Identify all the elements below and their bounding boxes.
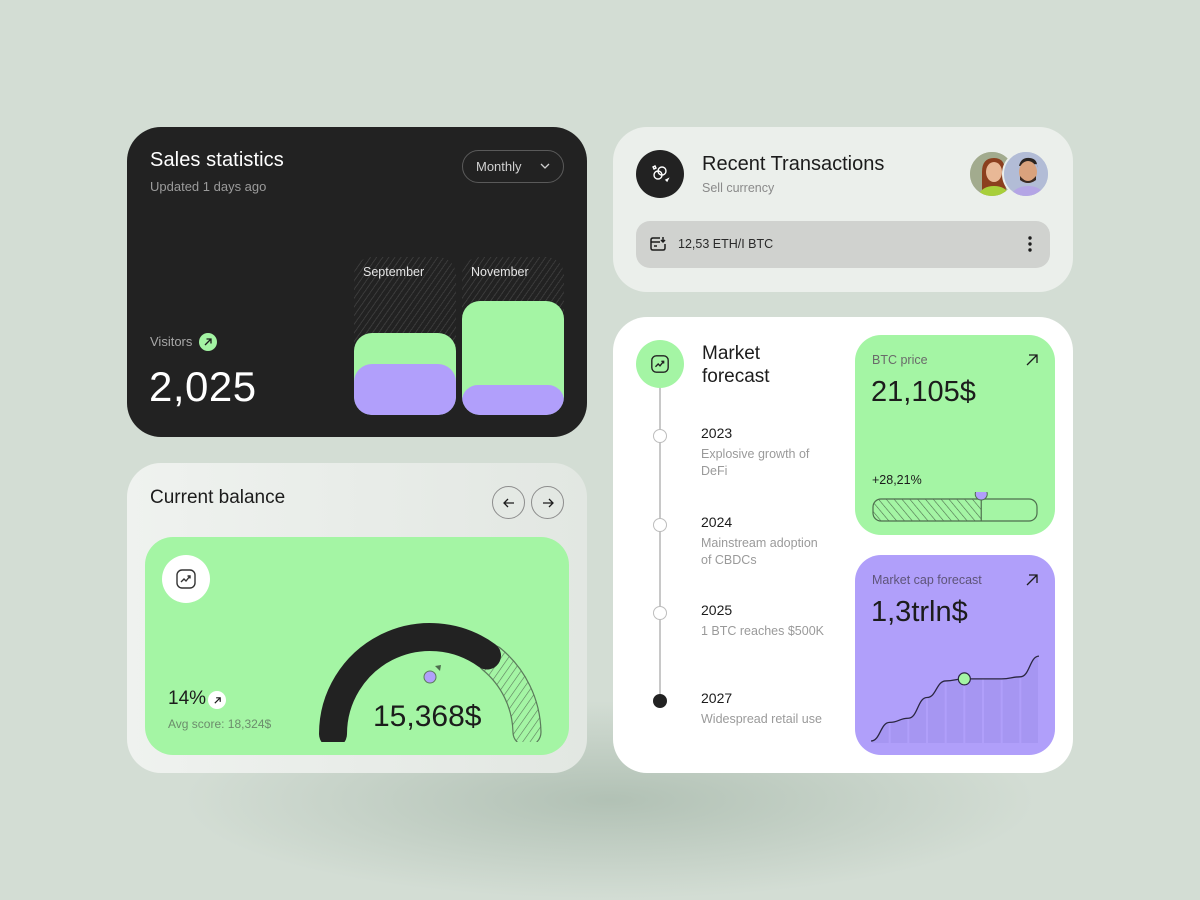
chart-column (984, 656, 1001, 743)
gauge-needle-tip (435, 665, 441, 671)
btc-change: +28,21% (872, 473, 922, 487)
bar-column-november[interactable]: November (462, 257, 564, 415)
balance-title: Current balance (150, 487, 286, 508)
market-forecast-card: Market forecast 2023 Explosive growth of… (613, 317, 1073, 773)
balance-value: 15,368$ (373, 700, 482, 733)
btc-value: 21,105$ (871, 376, 976, 408)
sales-subtitle: Updated 1 days ago (150, 179, 267, 194)
timeline-desc: Explosive growth of DeFi (701, 447, 810, 478)
timeline-desc: Mainstream adoption of CBDCs (701, 536, 818, 567)
arrow-right-icon (542, 498, 554, 507)
timeline-dot (653, 606, 667, 620)
timeline-year: 2027 (701, 690, 733, 706)
avatar-man[interactable] (1002, 150, 1050, 198)
bar-label: November (471, 265, 529, 279)
trend-up-icon (162, 555, 210, 603)
btc-label: BTC price (872, 353, 928, 367)
current-balance-card: Current balance 14% Avg score: 18,324$ 1… (127, 463, 587, 773)
recent-transactions-card: Recent Transactions Sell currency 12,53 … (613, 127, 1073, 292)
btc-progress-fill (873, 499, 982, 521)
market-cap-card[interactable]: Market cap forecast 1,3trln$ (855, 555, 1055, 755)
balance-panel: 14% Avg score: 18,324$ 15,368$ (145, 537, 569, 755)
arrow-left-icon (502, 498, 514, 507)
prev-button[interactable] (492, 486, 525, 519)
arrow-up-right-icon (208, 691, 226, 709)
arrow-up-right-icon (1026, 354, 1038, 366)
avg-score: Avg score: 18,324$ (168, 717, 272, 731)
transaction-amount: 12,53 ETH/I BTC (678, 237, 774, 251)
chart-column (928, 656, 945, 743)
more-vertical-icon[interactable] (1022, 234, 1038, 254)
timeline-desc: Widespread retail use (701, 712, 822, 726)
timeline-dot (653, 694, 667, 708)
bar-label: September (363, 265, 425, 279)
period-dropdown[interactable]: Monthly (462, 150, 564, 183)
forecast-title-line2: forecast (702, 366, 770, 387)
chart-column (965, 656, 982, 743)
sales-title: Sales statistics (150, 149, 284, 171)
currency-exchange-icon (636, 150, 684, 198)
bar-column-september[interactable]: September (354, 257, 456, 415)
bar-purple (462, 384, 564, 415)
next-button[interactable] (531, 486, 564, 519)
visitors-value: 2,025 (149, 363, 257, 410)
mcap-area-chart (870, 655, 1040, 743)
forecast-title-line1: Market (702, 343, 761, 364)
timeline-desc: 1 BTC reaches $500K (701, 624, 824, 638)
card-receive-icon (650, 237, 666, 251)
chart-column (872, 656, 889, 743)
timeline-year: 2024 (701, 514, 733, 530)
chart-column (909, 656, 926, 743)
bar-purple (354, 364, 456, 415)
gauge-needle-dot (423, 670, 437, 684)
timeline-year: 2023 (701, 425, 733, 441)
transactions-subtitle: Sell currency (702, 181, 775, 195)
timeline-dot (653, 518, 667, 532)
chart-column (1002, 656, 1020, 743)
timeline-dot (653, 429, 667, 443)
transactions-title: Recent Transactions (702, 153, 885, 175)
timeline-year: 2025 (701, 602, 733, 618)
arrow-up-right-icon (199, 333, 217, 351)
balance-percent: 14% (168, 688, 207, 709)
trend-up-icon (636, 340, 684, 388)
visitors-label: Visitors (150, 334, 193, 349)
arrow-up-right-icon (1026, 574, 1038, 586)
mcap-value: 1,3trln$ (871, 596, 968, 628)
btc-progress-bar (872, 492, 1038, 522)
forecast-title: Market forecast (702, 342, 770, 388)
mcap-label: Market cap forecast (872, 573, 982, 587)
chart-column (1021, 656, 1038, 743)
chart-column (890, 656, 908, 743)
btc-progress-handle (974, 492, 988, 501)
sales-statistics-card: Sales statistics Updated 1 days ago Mont… (127, 127, 587, 437)
period-value: Monthly (476, 159, 522, 174)
transaction-item[interactable]: 12,53 ETH/I BTC (636, 221, 1050, 268)
chevron-down-icon (540, 163, 550, 169)
btc-price-card[interactable]: BTC price 21,105$ +28,21% (855, 335, 1055, 535)
chart-highlight-point[interactable] (957, 672, 971, 686)
chart-column (946, 656, 964, 743)
